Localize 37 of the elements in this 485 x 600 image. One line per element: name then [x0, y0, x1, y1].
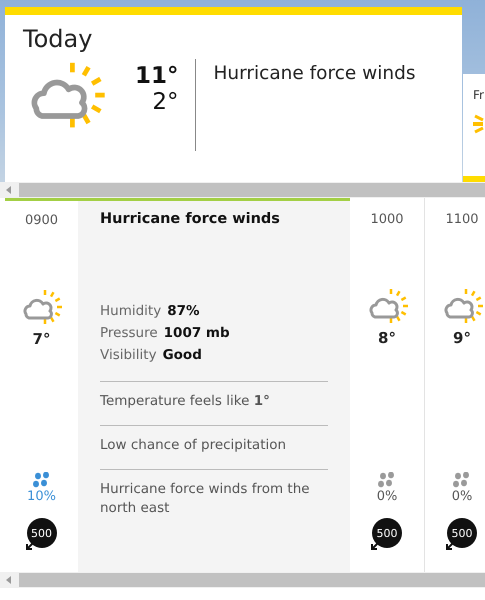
detail-note: Temperature feels like 1°: [100, 381, 328, 425]
wind-direction-icon: [370, 541, 380, 551]
scrollbar[interactable]: [0, 182, 485, 198]
weather-summary: Hurricane force winds: [214, 62, 416, 84]
wind-badge: 500: [447, 518, 477, 548]
stat-value: 1007 mb: [164, 325, 230, 341]
hour-time: 1000: [370, 212, 404, 227]
precipitation-chance: 0%: [452, 489, 472, 504]
wind-direction-icon: [445, 541, 455, 551]
precipitation-chance: 0%: [376, 489, 398, 504]
wind-badge: 500: [26, 518, 56, 548]
low-temperature: 2°: [152, 89, 178, 115]
scroll-left-icon[interactable]: [5, 576, 13, 584]
detail-note: Low chance of precipitation: [100, 424, 328, 469]
today-title: Today: [23, 25, 94, 53]
sun-icon: [473, 112, 485, 136]
stat-label: Visibility: [100, 347, 157, 363]
hour-time: 0900: [24, 213, 58, 228]
precipitation-chance: 10%: [27, 489, 56, 504]
stat-label: Pressure: [100, 325, 158, 341]
stat-label: Humidity: [100, 303, 162, 319]
hour-time: 1100: [445, 212, 479, 227]
details-title: Hurricane force winds: [100, 211, 281, 227]
hour-temperature: 7°: [32, 330, 50, 348]
scroll-left-icon[interactable]: [5, 186, 13, 194]
day-title: Fr: [473, 88, 485, 102]
hour-temperature: 8°: [378, 329, 396, 347]
high-temperature: 11°: [134, 63, 178, 89]
hour-temperature: 9°: [453, 329, 471, 347]
today-card[interactable]: Today 11° 2° Hurricane force winds: [5, 7, 462, 182]
wind-direction-icon: [24, 541, 34, 551]
scrollbar[interactable]: [0, 572, 485, 588]
detail-note: Hurricane force winds from the north east: [100, 468, 328, 532]
wind-badge: 500: [372, 518, 402, 548]
stat-value: 87%: [167, 303, 200, 319]
next-day-card[interactable]: Fr: [463, 74, 485, 182]
stat-value: Good: [162, 347, 202, 363]
